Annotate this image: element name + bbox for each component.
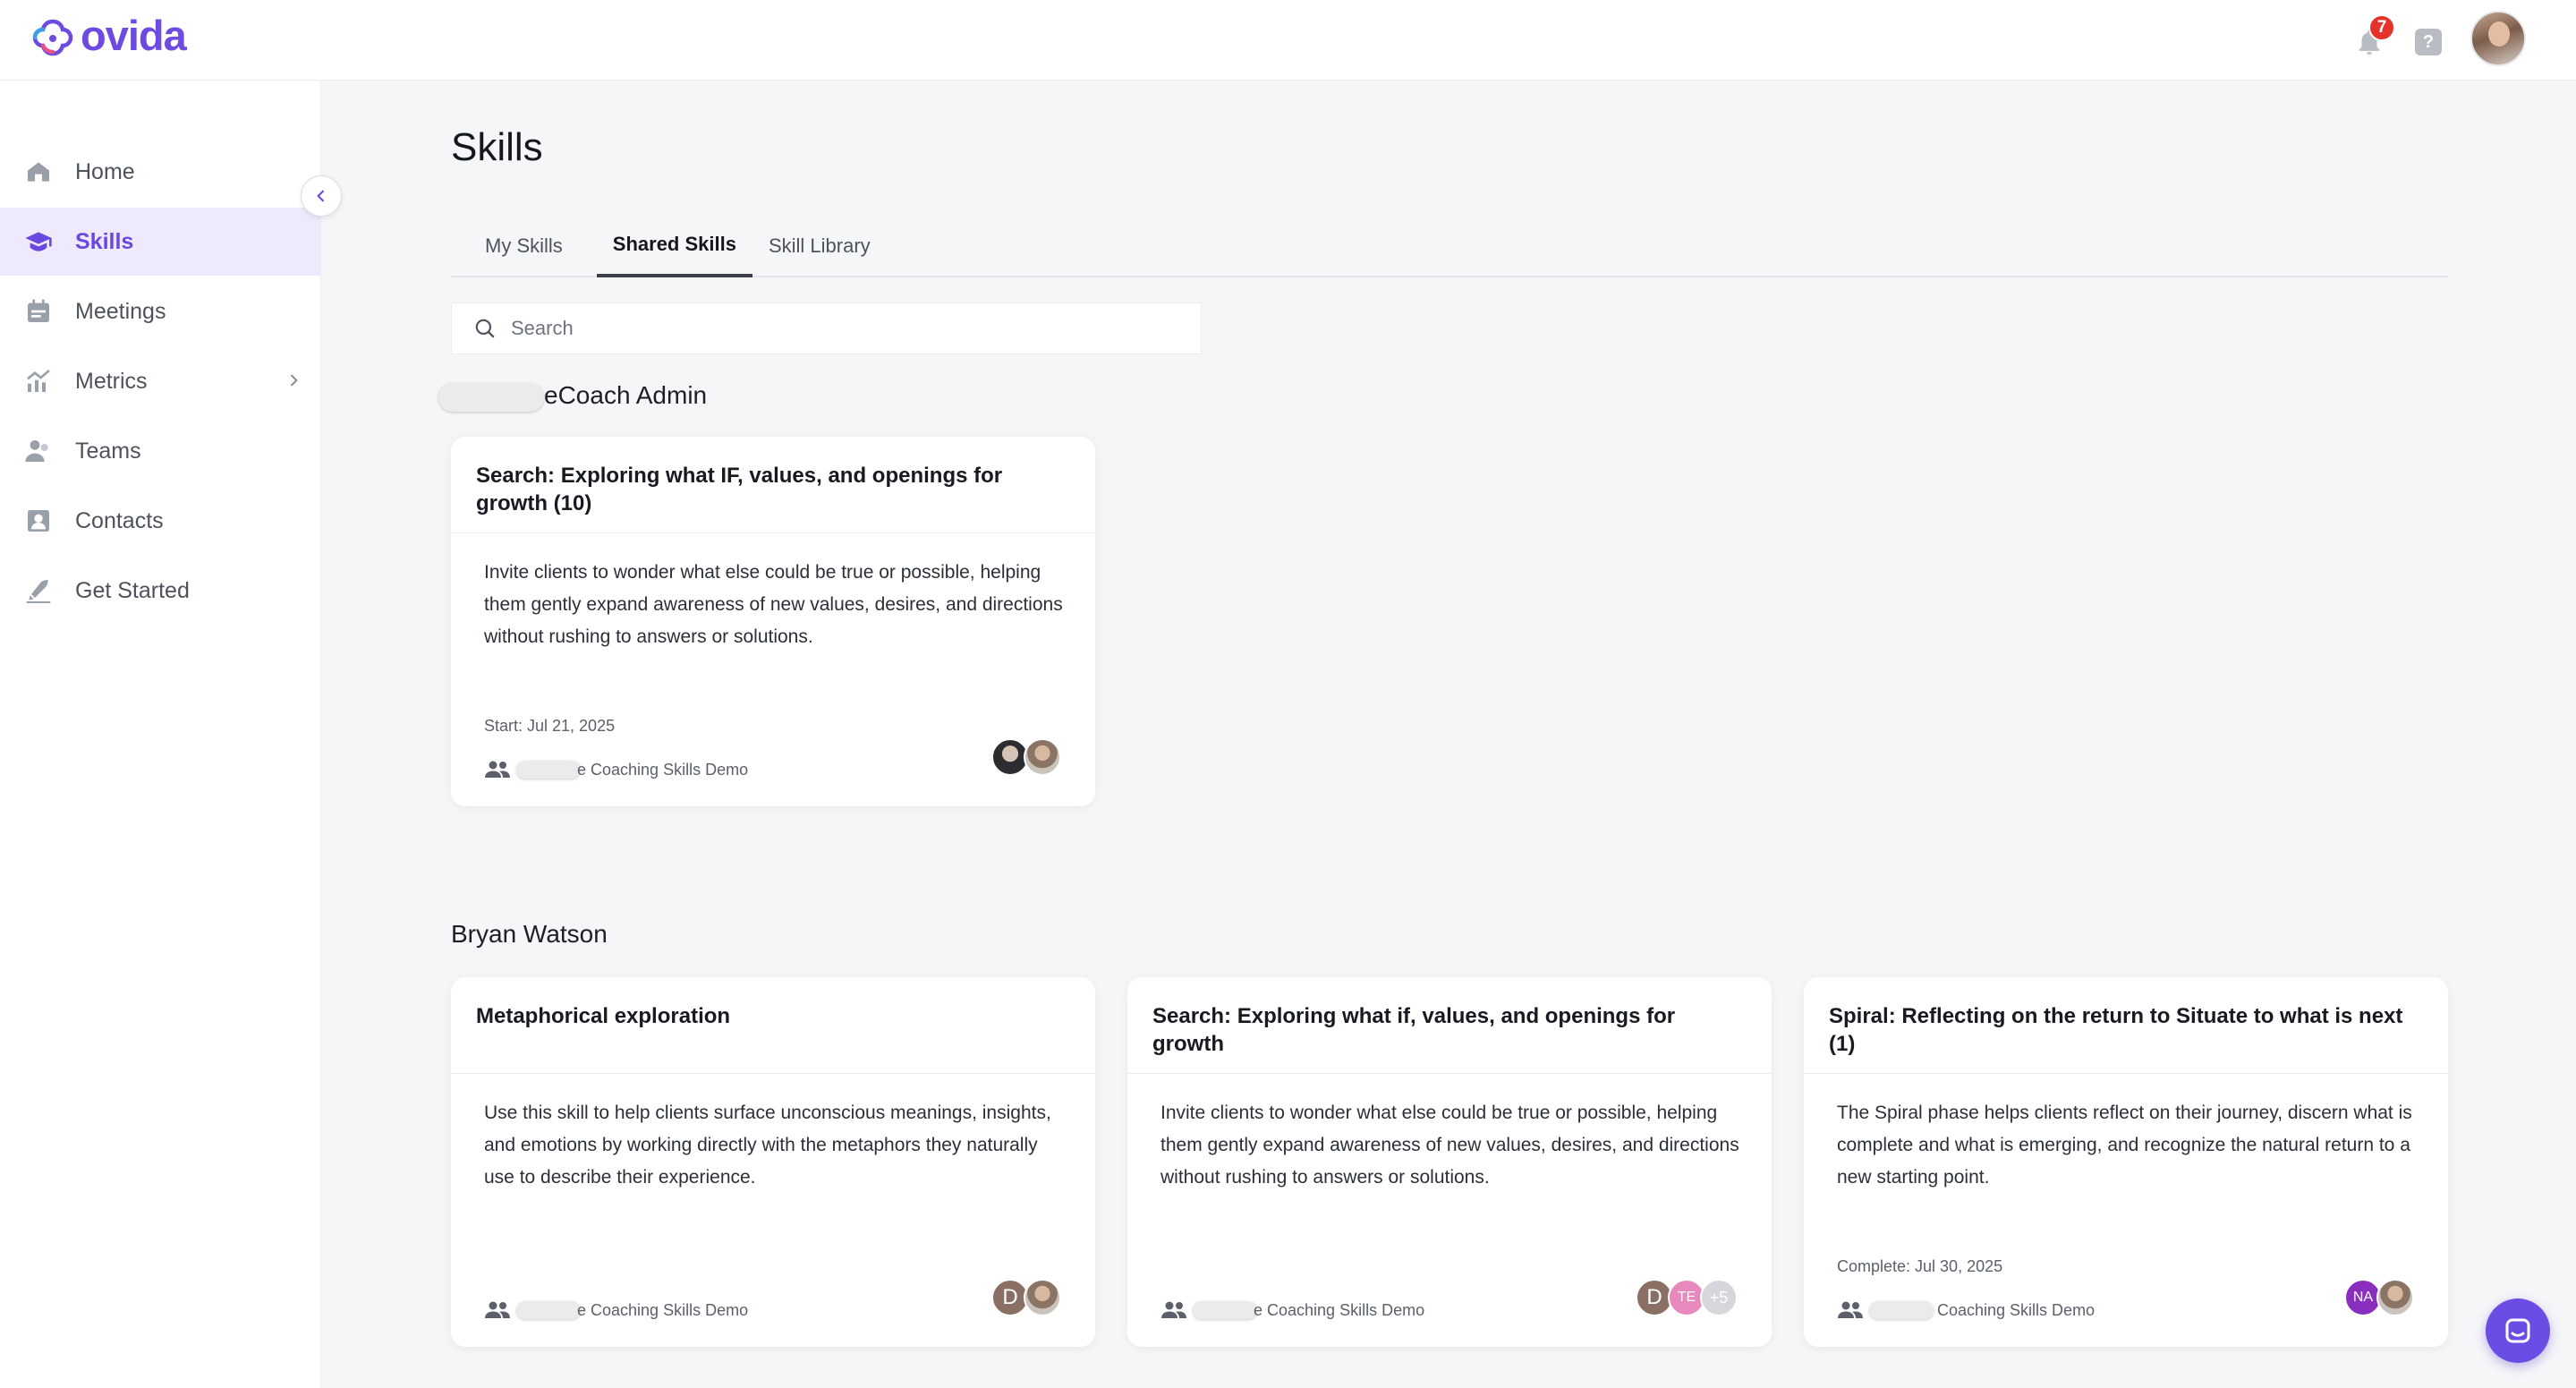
card-avatars: D TE +5: [1636, 1279, 1738, 1316]
card-description: Use this skill to help clients surface u…: [484, 1103, 1051, 1188]
tab-my-skills[interactable]: My Skills: [451, 215, 597, 277]
tab-shared-skills[interactable]: Shared Skills: [596, 215, 752, 277]
card-footer: e Coaching Skills Demo D TE +5: [1160, 1257, 1738, 1320]
rocket-icon: [23, 575, 54, 606]
sidebar: Home Skills Meetings Metrics Teams Conta…: [0, 81, 321, 1388]
card-avatars: [991, 738, 1061, 776]
team-icon: [1161, 1301, 1186, 1318]
avatar: [1024, 738, 1061, 776]
collapse-sidebar-button[interactable]: [301, 175, 342, 217]
chat-icon: [2505, 1318, 2530, 1343]
sidebar-item-label: Teams: [75, 438, 141, 464]
user-avatar[interactable]: [2470, 11, 2526, 66]
redacted-team-prefix: [516, 1301, 581, 1319]
sidebar-item-label: Get Started: [75, 577, 190, 603]
card-footer: Start: Jul 21, 2025 e Coaching Skills De…: [484, 717, 1061, 779]
contact-icon: [23, 506, 54, 536]
notification-count-badge: 7: [2368, 14, 2395, 41]
card-team-label: e Coaching Skills Demo: [1254, 1300, 1425, 1319]
card-team: Coaching Skills Demo: [1837, 1300, 2095, 1320]
avatar: [1024, 1279, 1061, 1316]
skill-card[interactable]: Search: Exploring what IF, values, and o…: [451, 437, 1095, 806]
notifications-button[interactable]: 7: [2354, 14, 2395, 59]
card-team-label: e Coaching Skills Demo: [577, 1300, 749, 1319]
calendar-icon: [23, 296, 54, 327]
card-avatars: D: [991, 1279, 1061, 1316]
people-icon: [23, 436, 54, 466]
card-team-label: Coaching Skills Demo: [1937, 1300, 2096, 1319]
sidebar-nav: Home Skills Meetings Metrics Teams Conta…: [0, 81, 320, 625]
more-avatars-badge: +5: [1700, 1279, 1738, 1316]
help-button[interactable]: ?: [2415, 29, 2442, 55]
card-date: Complete: Jul 30, 2025: [1837, 1257, 2003, 1275]
group-title-text: Bryan Watson: [451, 920, 608, 948]
sidebar-item-get-started[interactable]: Get Started: [0, 557, 320, 625]
sidebar-item-metrics[interactable]: Metrics: [0, 347, 320, 415]
sidebar-item-skills[interactable]: Skills: [0, 208, 320, 276]
avatar: [2376, 1279, 2414, 1316]
sidebar-item-home[interactable]: Home: [0, 138, 320, 206]
sidebar-item-label: Meetings: [75, 298, 166, 324]
logo-mark-icon: [32, 19, 73, 56]
card-team: e Coaching Skills Demo: [1160, 1300, 1424, 1320]
card-title: Spiral: Reflecting on the return to Situ…: [1804, 977, 2448, 1074]
card-team: e Coaching Skills Demo: [484, 1300, 748, 1320]
tab-bar: My Skills Shared Skills Skill Library: [451, 215, 2448, 277]
chevron-left-icon: [317, 190, 325, 202]
chevron-right-icon: [290, 374, 298, 387]
graduation-cap-icon: [23, 226, 54, 257]
top-bar: ovida 7 ?: [0, 0, 2576, 81]
top-actions: 7 ?: [2354, 11, 2526, 66]
team-icon: [485, 1301, 510, 1318]
sidebar-item-label: Home: [75, 158, 135, 184]
card-description: The Spiral phase helps clients reflect o…: [1837, 1103, 2412, 1188]
team-icon: [1838, 1301, 1863, 1318]
card-footer: Complete: Jul 30, 2025 Coaching Skills D…: [1837, 1257, 2414, 1320]
sidebar-item-meetings[interactable]: Meetings: [0, 277, 320, 345]
card-team: e Coaching Skills Demo: [484, 760, 748, 779]
card-title: Search: Exploring what if, values, and o…: [1127, 977, 1772, 1074]
page-title: Skills: [451, 125, 543, 169]
search-input[interactable]: [511, 317, 1137, 340]
card-date: Start: Jul 21, 2025: [484, 717, 616, 735]
skill-card[interactable]: Search: Exploring what if, values, and o…: [1127, 977, 1772, 1347]
card-avatars: NA: [2344, 1279, 2414, 1316]
card-title: Search: Exploring what IF, values, and o…: [451, 437, 1095, 533]
skill-card[interactable]: Spiral: Reflecting on the return to Situ…: [1804, 977, 2448, 1347]
card-title: Metaphorical exploration: [451, 977, 1095, 1074]
logo[interactable]: ovida: [30, 11, 187, 59]
search-box: [451, 302, 1202, 354]
sidebar-item-label: Metrics: [75, 368, 148, 394]
chart-icon: [23, 366, 54, 396]
card-team-label: e Coaching Skills Demo: [577, 760, 749, 779]
redacted-team-prefix: [1193, 1301, 1257, 1319]
sidebar-item-teams[interactable]: Teams: [0, 417, 320, 485]
search-icon: [475, 319, 495, 338]
sidebar-item-label: Contacts: [75, 507, 164, 533]
home-icon: [23, 157, 54, 187]
card-footer: e Coaching Skills Demo D: [484, 1257, 1061, 1320]
sidebar-item-contacts[interactable]: Contacts: [0, 487, 320, 555]
card-description: Invite clients to wonder what else could…: [1160, 1103, 1739, 1188]
group-title-text: eCoach Admin: [544, 381, 708, 409]
redacted-team-prefix: [1869, 1301, 1934, 1319]
tab-skill-library[interactable]: Skill Library: [752, 215, 887, 277]
team-icon: [485, 761, 510, 778]
group-title: eCoach Admin: [438, 381, 708, 412]
chat-launcher-button[interactable]: [2486, 1299, 2550, 1363]
logo-text: ovida: [81, 11, 187, 59]
redacted-team-prefix: [516, 761, 581, 779]
card-description: Invite clients to wonder what else could…: [484, 562, 1063, 647]
skill-card[interactable]: Metaphorical exploration Use this skill …: [451, 977, 1095, 1347]
redacted-name: [438, 383, 544, 412]
sidebar-item-label: Skills: [75, 228, 134, 254]
